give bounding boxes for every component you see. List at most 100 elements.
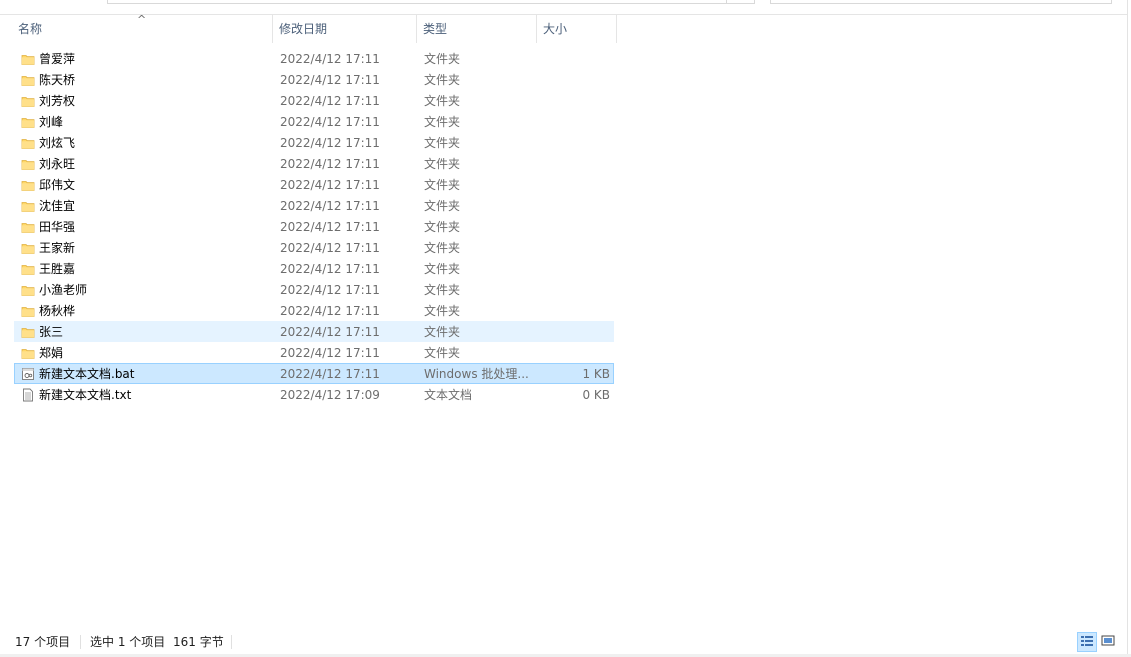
file-type: 文件夹: [424, 199, 461, 213]
file-type: 文件夹: [424, 241, 461, 255]
file-row[interactable]: 郑娟 2022/4/12 17:11 文件夹: [14, 342, 614, 363]
file-name: 曾爱萍: [39, 52, 76, 66]
file-type: 文件夹: [424, 262, 461, 276]
folder-icon: [21, 304, 35, 318]
file-row[interactable]: 王胜嘉 2022/4/12 17:11 文件夹: [14, 258, 614, 279]
file-list: 曾爱萍 2022/4/12 17:11 文件夹 陈天桥 2022/4/12 17:11 文…: [14, 48, 614, 405]
file-name: 新建文本文档.bat: [39, 367, 135, 381]
file-type: 文件夹: [424, 73, 461, 87]
file-name: 刘芳权: [39, 94, 76, 108]
file-name: 王家新: [39, 241, 76, 255]
file-name: 刘炫飞: [39, 136, 76, 150]
batch-file-icon: [21, 367, 35, 381]
file-row[interactable]: 杨秋桦 2022/4/12 17:11 文件夹: [14, 300, 614, 321]
file-type: 文件夹: [424, 325, 461, 339]
file-name: 沈佳宜: [39, 199, 76, 213]
file-row[interactable]: 新建文本文档.bat 2022/4/12 17:11 Windows 批处理... 1…: [14, 363, 614, 384]
folder-icon: [21, 241, 35, 255]
file-row[interactable]: 田华强 2022/4/12 17:11 文件夹: [14, 216, 614, 237]
folder-icon: [21, 262, 35, 276]
file-date-modified: 2022/4/12 17:11: [280, 178, 380, 192]
file-size: 1 KB: [582, 367, 610, 381]
details-view-icon: [1081, 636, 1093, 646]
file-row[interactable]: 陈天桥 2022/4/12 17:11 文件夹: [14, 69, 614, 90]
details-view-button[interactable]: [1077, 632, 1097, 652]
column-header-type[interactable]: 类型: [417, 15, 537, 43]
folder-icon: [21, 325, 35, 339]
column-divider[interactable]: [616, 15, 617, 43]
file-explorer-window: ^ 名称 修改日期 类型 大小 曾爱萍 2022/4/12 17:11 文件夹 陈天桥…: [0, 0, 1131, 657]
file-name: 小渔老师: [39, 283, 88, 297]
file-date-modified: 2022/4/12 17:11: [280, 73, 380, 87]
file-type: 文件夹: [424, 283, 461, 297]
file-row[interactable]: 张三 2022/4/12 17:11 文件夹: [14, 321, 614, 342]
column-header-date-modified[interactable]: 修改日期: [273, 15, 416, 43]
file-type: 文本文档: [424, 388, 473, 402]
selection-count: 选中 1 个项目: [90, 635, 166, 649]
folder-icon: [21, 73, 35, 87]
file-type: 文件夹: [424, 115, 461, 129]
file-type: 文件夹: [424, 220, 461, 234]
file-name: 杨秋桦: [39, 304, 76, 318]
window-border: [1127, 0, 1128, 657]
large-icons-view-icon: [1101, 635, 1115, 646]
file-type: 文件夹: [424, 52, 461, 66]
column-header-row: ^ 名称 修改日期 类型 大小: [0, 14, 1127, 43]
file-date-modified: 2022/4/12 17:11: [280, 241, 380, 255]
file-type: 文件夹: [424, 346, 461, 360]
address-bar-divider: [726, 0, 727, 4]
selection-size: 161 字节: [173, 635, 224, 649]
file-row[interactable]: 新建文本文档.txt 2022/4/12 17:09 文本文档 0 KB: [14, 384, 614, 405]
file-type: Windows 批处理...: [424, 367, 529, 381]
folder-icon: [21, 136, 35, 150]
file-name: 郑娟: [39, 346, 64, 360]
file-size: 0 KB: [582, 388, 610, 402]
file-date-modified: 2022/4/12 17:11: [280, 199, 380, 213]
file-date-modified: 2022/4/12 17:11: [280, 283, 380, 297]
folder-icon: [21, 283, 35, 297]
file-row[interactable]: 刘芳权 2022/4/12 17:11 文件夹: [14, 90, 614, 111]
text-file-icon: [21, 388, 35, 402]
file-row[interactable]: 沈佳宜 2022/4/12 17:11 文件夹: [14, 195, 614, 216]
file-row[interactable]: 曾爱萍 2022/4/12 17:11 文件夹: [14, 48, 614, 69]
status-divider: [80, 635, 81, 649]
file-date-modified: 2022/4/12 17:09: [280, 388, 380, 402]
file-row[interactable]: 刘永旺 2022/4/12 17:11 文件夹: [14, 153, 614, 174]
file-row[interactable]: 小渔老师 2022/4/12 17:11 文件夹: [14, 279, 614, 300]
file-name: 王胜嘉: [39, 262, 76, 276]
file-type: 文件夹: [424, 178, 461, 192]
file-name: 新建文本文档.txt: [39, 388, 132, 402]
file-name: 张三: [39, 325, 64, 339]
folder-icon: [21, 199, 35, 213]
search-box[interactable]: [770, 0, 1112, 4]
file-type: 文件夹: [424, 157, 461, 171]
folder-icon: [21, 94, 35, 108]
file-date-modified: 2022/4/12 17:11: [280, 115, 380, 129]
folder-icon: [21, 157, 35, 171]
file-date-modified: 2022/4/12 17:11: [280, 94, 380, 108]
file-name: 邱伟文: [39, 178, 76, 192]
file-type: 文件夹: [424, 94, 461, 108]
status-bar: 17 个项目 选中 1 个项目 161 字节: [0, 630, 1127, 654]
file-row[interactable]: 刘峰 2022/4/12 17:11 文件夹: [14, 111, 614, 132]
file-name: 陈天桥: [39, 73, 76, 87]
file-date-modified: 2022/4/12 17:11: [280, 346, 380, 360]
file-date-modified: 2022/4/12 17:11: [280, 262, 380, 276]
folder-icon: [21, 220, 35, 234]
file-date-modified: 2022/4/12 17:11: [280, 157, 380, 171]
folder-icon: [21, 346, 35, 360]
file-date-modified: 2022/4/12 17:11: [280, 220, 380, 234]
file-row[interactable]: 邱伟文 2022/4/12 17:11 文件夹: [14, 174, 614, 195]
folder-icon: [21, 52, 35, 66]
file-name: 刘永旺: [39, 157, 76, 171]
file-row[interactable]: 刘炫飞 2022/4/12 17:11 文件夹: [14, 132, 614, 153]
address-bar[interactable]: [107, 0, 755, 4]
file-date-modified: 2022/4/12 17:11: [280, 304, 380, 318]
column-header-size[interactable]: 大小: [537, 15, 617, 43]
large-icons-view-button[interactable]: [1099, 632, 1119, 652]
file-name: 刘峰: [39, 115, 64, 129]
column-header-name[interactable]: 名称: [12, 15, 272, 43]
item-count: 17 个项目: [15, 635, 71, 649]
file-date-modified: 2022/4/12 17:11: [280, 136, 380, 150]
file-row[interactable]: 王家新 2022/4/12 17:11 文件夹: [14, 237, 614, 258]
